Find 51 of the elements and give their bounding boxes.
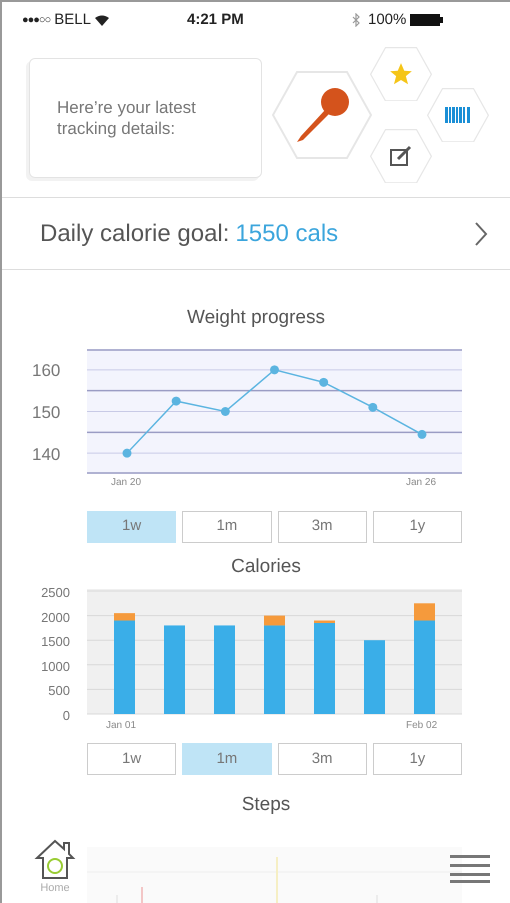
y-tick-label: 160 [32,360,60,382]
chart-title: Weight progress [186,306,326,330]
y-tick-label: 140 [32,444,60,466]
range-tab[interactable]: 3m [278,743,367,775]
clock: 4:21 PM [187,10,245,30]
x-tick-label: Feb 02 [406,719,438,733]
data-point [319,377,328,386]
y-tick-label: 2000 [41,608,70,627]
battery-icon [410,14,444,26]
range-tab[interactable]: 1y [372,510,462,542]
barcode-button[interactable] [427,88,489,142]
data-point [418,429,426,438]
calorie-goal-row[interactable]: Daily calorie goal: 1550 cals [2,198,510,270]
signal-dots: ●●●○○ [22,12,50,28]
y-tick-label: 1000 [41,658,70,676]
home-button[interactable]: Home [34,838,76,896]
range-tab[interactable]: 1m [182,510,272,542]
calorie-goal-value: 1550 cals [235,218,338,248]
calorie-goal-label: Daily calorie goal: [40,218,230,248]
x-tick-label: Jan 26 [406,476,436,490]
range-tab[interactable]: 1w [87,510,176,542]
menu-icon[interactable] [450,855,490,883]
bluetooth-icon [352,13,360,27]
edit-icon [389,144,413,167]
y-tick-label: 2500 [41,584,70,602]
x-tick-label: Jan 01 [106,719,136,733]
range-tab[interactable]: 1w [87,743,176,775]
data-point [220,406,230,416]
battery-percent: 100% [368,10,406,30]
data-point [172,396,181,406]
y-tick-label: 1500 [41,633,70,652]
barcode-icon [445,106,471,123]
x-tick-label: Jan 20 [111,476,142,490]
house-icon [34,838,76,880]
data-point [270,364,279,374]
star-icon [388,60,414,87]
data-point [368,402,378,412]
manual-entry-button[interactable] [370,128,432,184]
range-tab[interactable]: 1m [182,743,272,775]
carrier-name: BELL [54,10,91,30]
range-tab[interactable]: 1y [372,743,462,775]
y-tick-label: 500 [48,682,70,700]
data-point [122,448,132,458]
chart-title: Calories [230,554,302,578]
chart-title: Steps [240,793,292,817]
chevron-right-icon [474,220,488,246]
range-tab[interactable]: 3m [278,510,367,542]
y-tick-label: 0 [62,707,70,725]
voice-button[interactable] [272,70,372,158]
y-tick-label: 150 [32,402,60,424]
wifi-icon [94,14,109,26]
